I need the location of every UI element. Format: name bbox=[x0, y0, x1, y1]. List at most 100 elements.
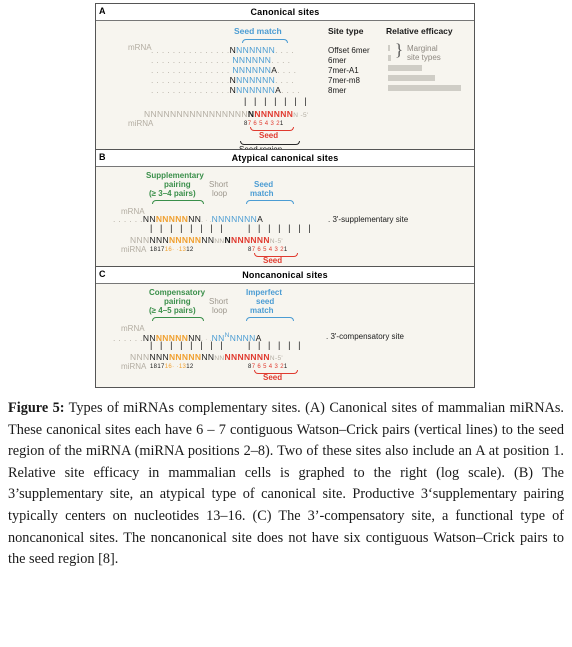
row-seed-4: NNNNNN bbox=[236, 75, 276, 85]
seq-row-8mer: . . . . . . . . . . . . . . .NNNNNNNA. .… bbox=[151, 85, 300, 95]
efficacy-bar-8mer bbox=[388, 85, 461, 91]
seq-row-offset-6mer: . . . . . . . . . . . . . . .NNNNNNN. . … bbox=[151, 45, 294, 55]
compensatory-pairing-bracket bbox=[152, 317, 204, 321]
panel-b-letter: B bbox=[99, 152, 106, 162]
seed-match-bracket bbox=[242, 39, 288, 43]
watson-crick-bars-c-right-a: | | bbox=[248, 340, 263, 350]
watson-crick-bars-c-right-b: | | | | bbox=[268, 340, 304, 350]
marginal-brace-icon: } bbox=[395, 40, 404, 59]
mirna-post-seq-c: NN bbox=[201, 352, 215, 362]
site-type-label-4: 7mer-m8 bbox=[328, 76, 361, 85]
loop-sub-c: NN bbox=[214, 355, 225, 362]
panel-c-header: C Noncanonical sites bbox=[96, 267, 474, 284]
efficacy-bar-offset-6mer bbox=[388, 45, 390, 51]
figure-panel-container: A Canonical sites Seed match Site type R… bbox=[95, 3, 475, 388]
compensatory-pairing-line3: (≥ 4–5 pairs) bbox=[149, 306, 196, 315]
watson-crick-bars-b-left: | | | | | | | | bbox=[150, 223, 226, 233]
seed-label-c: Seed bbox=[263, 373, 283, 382]
mirna-seed-red-b: NNNNNN bbox=[230, 235, 270, 245]
panel-c-letter: C bbox=[99, 269, 106, 279]
mirna-grey-tail-b: NNN bbox=[130, 235, 150, 245]
supplementary-pairing-line3: (≥ 3–4 pairs) bbox=[149, 189, 196, 198]
site-type-label-5: 8mer bbox=[328, 86, 347, 95]
seq-row-7mer-a1: . . . . . . . . . . . . . . . NNNNNNA. .… bbox=[151, 65, 296, 75]
imperfect-seed-bracket bbox=[246, 317, 294, 321]
row-dots-end-2: . . . . bbox=[271, 55, 291, 65]
panel-c-title: Noncanonical sites bbox=[242, 270, 328, 280]
mirna-seq-a: NNNNNNNNNNNNNNNNNNNNNNNN -5' bbox=[144, 109, 309, 121]
efficacy-bar-7mer-a1 bbox=[388, 65, 422, 71]
num-17-c: 17 bbox=[157, 364, 165, 370]
row-dots-4: . . . . . . . . . . . . . . . bbox=[151, 75, 230, 85]
mirna-post-b: NN bbox=[201, 235, 215, 245]
mirna-comp-seq-c: NNNNN bbox=[168, 352, 202, 362]
marginal-note-line1: Marginal bbox=[407, 44, 438, 53]
mirna-end-b: N-5' bbox=[269, 238, 284, 245]
row-dots-3: . . . . . . . . . . . . . . . bbox=[151, 65, 230, 75]
row-dots-end-4: . . . . bbox=[275, 75, 295, 85]
site-type-label-1: Offset 6mer bbox=[328, 46, 370, 55]
imperfect-seed-line1: Imperfect bbox=[246, 288, 283, 297]
panel-b: B Atypical canonical sites Supplementary… bbox=[96, 149, 474, 266]
mrna-leading-dots-c: . . . . . . bbox=[113, 332, 143, 343]
loop-sub-b: NN bbox=[214, 238, 225, 245]
short-loop-line2-b: loop bbox=[212, 189, 228, 198]
panel-a-title: Canonical sites bbox=[250, 7, 320, 17]
seed-label-b: Seed bbox=[263, 256, 283, 265]
mirna-pre-b: NNN bbox=[149, 235, 169, 245]
supplementary-pairing-line2: pairing bbox=[164, 180, 191, 189]
seed-match-line2-b: match bbox=[250, 189, 274, 198]
short-loop-line1-b: Short bbox=[209, 180, 229, 189]
panel-a-header: A Canonical sites bbox=[96, 4, 474, 21]
supplementary-pairing-line1: Supplementary bbox=[146, 171, 204, 180]
site-type-heading: Site type bbox=[328, 26, 364, 36]
compensatory-pairing-line1: Compensatory bbox=[149, 288, 206, 297]
mirna-comp-numbers-c: 181716· ·1312 bbox=[150, 362, 194, 372]
panel-c: C Noncanonical sites Compensatory pairin… bbox=[96, 266, 474, 386]
row-dots-5: . . . . . . . . . . . . . . . bbox=[151, 85, 230, 95]
row-seed-3: NNNNNN bbox=[232, 65, 272, 75]
mirna-end-c: N-5' bbox=[269, 355, 284, 362]
relative-efficacy-heading: Relative efficacy bbox=[386, 26, 453, 36]
mirna-seed-a: NNNNNN bbox=[254, 109, 294, 119]
site-type-label-3: 7mer-A1 bbox=[328, 66, 359, 75]
figure-caption-label: Figure 5: bbox=[8, 400, 65, 416]
panel-b-header: B Atypical canonical sites bbox=[96, 150, 474, 167]
short-loop-line1-c: Short bbox=[209, 297, 229, 306]
site-name-b: . 3'-supplementary site bbox=[328, 215, 409, 224]
site-type-label-2: 6mer bbox=[328, 56, 347, 65]
num-12-c: 12 bbox=[186, 364, 194, 370]
row-dots-end-5: . . . . bbox=[281, 85, 301, 95]
panel-a: A Canonical sites Seed match Site type R… bbox=[96, 4, 474, 154]
mirna-supp-b: NNNNN bbox=[168, 235, 202, 245]
seq-row-7mer-m8: . . . . . . . . . . . . . . .NNNNNNN. . … bbox=[151, 75, 294, 85]
site-name-c: . 3'-compensatory site bbox=[326, 332, 405, 341]
num-17-b: 17 bbox=[157, 247, 165, 253]
short-loop-line2-c: loop bbox=[212, 306, 228, 315]
row-seed-2: NNNNNN bbox=[232, 55, 272, 65]
panel-c-body: Compensatory pairing (≥ 4–5 pairs) Short… bbox=[96, 284, 474, 386]
panel-a-body: Seed match Site type Relative efficacy m… bbox=[96, 21, 474, 154]
row-seed-5: NNNNNN bbox=[236, 85, 276, 95]
row-dots-end-3: . . . . bbox=[277, 65, 297, 75]
watson-crick-bars-c-left: | | | | | | | | bbox=[150, 340, 226, 350]
imperfect-seed-line3: match bbox=[250, 306, 274, 315]
num-dots-b: · · bbox=[172, 247, 179, 253]
marginal-note-line2: site types bbox=[407, 53, 441, 62]
watson-crick-bars-b-right: | | | | | | | bbox=[248, 223, 314, 233]
figure-caption-text: Types of miRNAs complementary sites. (A)… bbox=[8, 400, 564, 568]
row-dots-end-1: . . . . bbox=[275, 45, 295, 55]
mirna-end-a: N -5' bbox=[293, 112, 309, 119]
seq-row-6mer: . . . . . . . . . . . . . . . NNNNNN. . … bbox=[151, 55, 290, 65]
imperfect-seed-line2: seed bbox=[256, 297, 275, 306]
mirna-grey-tail-c: NNN bbox=[130, 352, 150, 362]
row-dots-1: . . . . . . . . . . . . . . . bbox=[151, 45, 230, 55]
figure-caption: Figure 5: Types of miRNAs complementary … bbox=[8, 398, 564, 571]
mirna-tail-a: NNNNNNNNNNNNNNNN bbox=[144, 109, 248, 119]
watson-crick-bars-a: | | | | | | | bbox=[244, 96, 310, 106]
seed-match-line1-b: Seed bbox=[254, 180, 274, 189]
seed-label-a: Seed bbox=[259, 131, 279, 140]
supplementary-pairing-bracket bbox=[152, 200, 204, 204]
mrna-leading-dots-b: . . . . . . bbox=[113, 214, 143, 224]
panel-a-letter: A bbox=[99, 6, 106, 16]
